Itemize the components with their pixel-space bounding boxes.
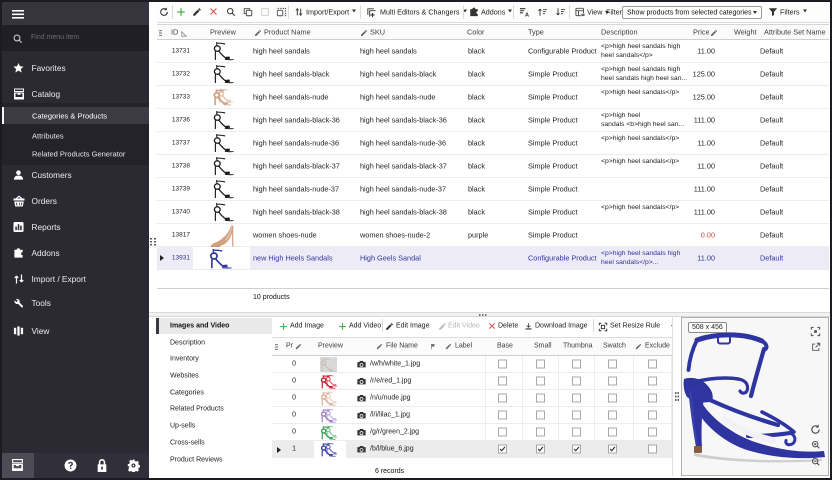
- svg-text:A: A: [525, 13, 530, 17]
